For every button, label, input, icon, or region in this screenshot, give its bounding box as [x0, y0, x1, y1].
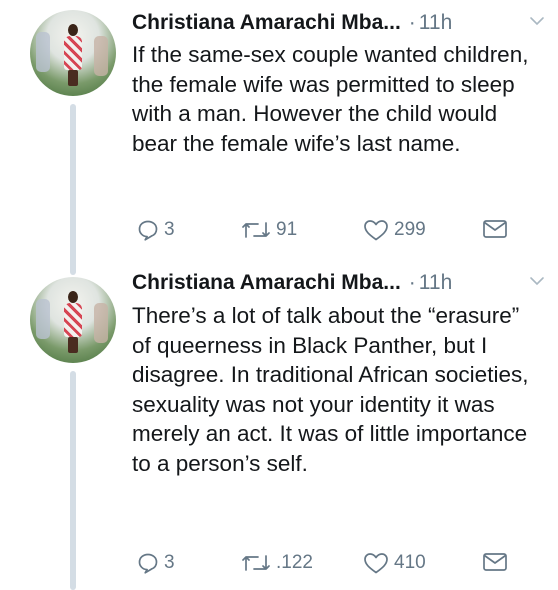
reply-count: 3 — [164, 552, 175, 573]
retweet-count: .122 — [276, 552, 313, 573]
reply-icon — [138, 220, 158, 241]
retweet-button[interactable]: .122 — [240, 551, 313, 575]
avatar[interactable] — [30, 10, 116, 96]
separator: · — [408, 11, 416, 34]
retweet-button[interactable]: 91 — [240, 218, 297, 242]
author-name[interactable]: Christiana Amarachi Mba... — [132, 271, 401, 295]
author-name[interactable]: Christiana Amarachi Mba... — [132, 11, 401, 35]
retweet-count: 91 — [276, 219, 298, 240]
tweet-text: There’s a lot of talk about the “erasure… — [132, 303, 529, 476]
tweet-header: Christiana Amarachi Mba... · 11h — [132, 268, 548, 298]
like-count: 299 — [394, 219, 426, 240]
tweet[interactable]: Christiana Amarachi Mba... · 11h If the … — [0, 0, 558, 275]
tweet-header: Christiana Amarachi Mba... · 11h — [132, 8, 548, 38]
timestamp[interactable]: 11h — [419, 271, 452, 295]
separator: · — [408, 271, 416, 294]
reply-count: 3 — [164, 219, 175, 240]
reply-icon — [138, 553, 158, 574]
direct-message-button[interactable] — [482, 551, 508, 573]
direct-message-button[interactable] — [482, 218, 508, 240]
envelope-icon — [483, 553, 507, 571]
tweet-actions: 3 .122 410 — [136, 551, 536, 579]
like-button[interactable]: 299 — [362, 218, 426, 242]
avatar[interactable] — [30, 277, 116, 363]
retweet-icon — [242, 555, 270, 571]
reply-button[interactable]: 3 — [136, 551, 175, 575]
retweet-icon — [242, 222, 270, 238]
thread-line — [70, 104, 76, 275]
like-button[interactable]: 410 — [362, 551, 426, 575]
reply-button[interactable]: 3 — [136, 218, 175, 242]
chevron-down-icon[interactable] — [528, 272, 546, 290]
heart-icon — [364, 553, 388, 574]
heart-icon — [364, 220, 388, 241]
like-count: 410 — [394, 552, 426, 573]
chevron-down-icon[interactable] — [528, 12, 546, 30]
timestamp[interactable]: 11h — [419, 11, 452, 35]
thread-line — [70, 371, 76, 590]
envelope-icon — [483, 220, 507, 238]
tweet-text: If the same-sex couple wanted children, … — [132, 42, 529, 156]
tweet-actions: 3 91 299 — [136, 218, 536, 246]
